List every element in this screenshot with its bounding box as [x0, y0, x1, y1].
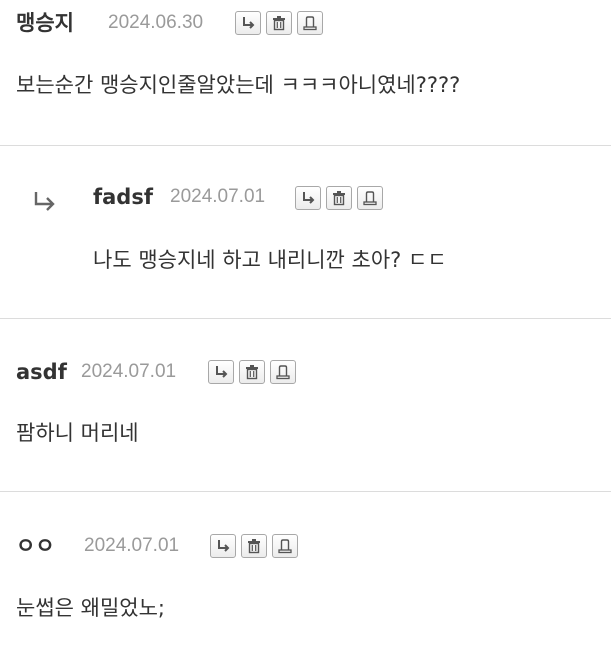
comment-date: 2024.06.30 — [108, 12, 204, 33]
trash-icon — [246, 365, 258, 380]
comment-author[interactable]: 맹승지 — [16, 11, 74, 35]
comment-item: asdf 2024.07.01 팜하니 머리네 — [0, 319, 611, 491]
comment-item: ㅇㅇ 2024.07.01 눈썹은 왜밀었노; — [0, 492, 611, 654]
comment-author[interactable]: ㅇㅇ — [16, 534, 55, 558]
reply-arrow-icon — [216, 366, 228, 378]
delete-button[interactable] — [326, 186, 352, 210]
report-icon — [278, 539, 292, 554]
trash-icon — [273, 16, 285, 31]
comment-text: 나도 맹승지네 하고 내리니깐 초아? ㄷㄷ — [93, 248, 447, 272]
comment-actions — [295, 186, 383, 210]
comment-text: 눈썹은 왜밀었노; — [16, 596, 165, 620]
comment-date: 2024.07.01 — [84, 535, 180, 556]
comment-actions — [210, 534, 298, 558]
comment-date: 2024.07.01 — [81, 361, 177, 382]
comment-item-reply: fadsf 2024.07.01 나도 맹승지네 하고 내리니깐 초아? ㄷㄷ — [0, 146, 611, 318]
report-button[interactable] — [270, 360, 296, 384]
comment-author[interactable]: fadsf — [93, 185, 153, 209]
report-icon — [303, 16, 317, 31]
comment-text: 팜하니 머리네 — [16, 421, 139, 445]
delete-button[interactable] — [241, 534, 267, 558]
comment-actions — [235, 11, 323, 35]
delete-button[interactable] — [266, 11, 292, 35]
comment-author[interactable]: asdf — [16, 360, 67, 384]
trash-icon — [248, 539, 260, 554]
delete-button[interactable] — [239, 360, 265, 384]
report-icon — [276, 365, 290, 380]
reply-button[interactable] — [295, 186, 321, 210]
report-button[interactable] — [357, 186, 383, 210]
trash-icon — [333, 191, 345, 206]
comment-item: 맹승지 2024.06.30 보는순간 맹승지인줄알았는데 ㅋㅋㅋ아니였네???… — [0, 0, 611, 145]
reply-button[interactable] — [208, 360, 234, 384]
comment-date: 2024.07.01 — [170, 186, 266, 207]
comment-text: 보는순간 맹승지인줄알았는데 ㅋㅋㅋ아니였네???? — [16, 73, 461, 97]
reply-arrow-icon — [303, 192, 315, 204]
reply-indicator-icon — [34, 192, 55, 211]
reply-button[interactable] — [210, 534, 236, 558]
report-icon — [363, 191, 377, 206]
reply-arrow-icon — [243, 17, 255, 29]
report-button[interactable] — [272, 534, 298, 558]
reply-button[interactable] — [235, 11, 261, 35]
report-button[interactable] — [297, 11, 323, 35]
reply-arrow-icon — [218, 540, 230, 552]
comment-actions — [208, 360, 296, 384]
